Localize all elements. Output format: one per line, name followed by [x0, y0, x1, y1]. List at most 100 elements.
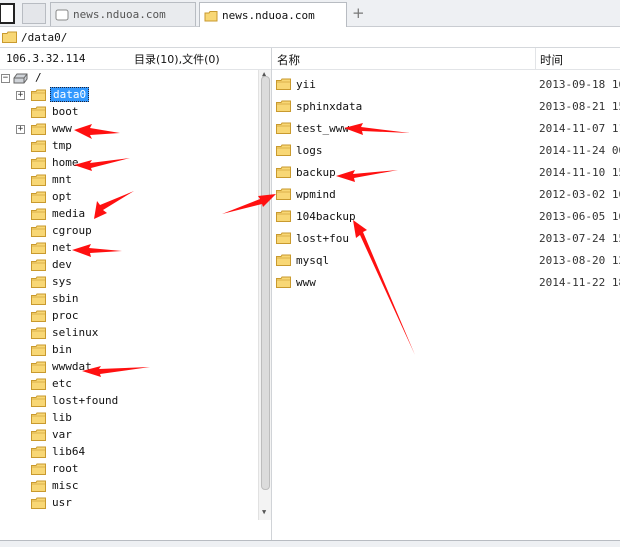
path-bar[interactable]: /data0/: [0, 27, 620, 48]
tree-item[interactable]: lib: [0, 410, 258, 427]
tree-item[interactable]: root: [0, 461, 258, 478]
column-header-name[interactable]: 名称: [277, 52, 300, 68]
folder-icon: [31, 429, 46, 441]
column-header-time[interactable]: 时间: [540, 52, 563, 68]
file-list-row[interactable]: 104backup 2013-06-05 16: [272, 205, 620, 227]
file-date: 2014-11-24 00: [539, 143, 620, 157]
folder-icon: [276, 144, 291, 156]
folder-icon: [31, 378, 46, 390]
tab-active[interactable]: news.nduoa.com: [199, 2, 347, 28]
tree-item[interactable]: proc: [0, 308, 258, 325]
tree-item[interactable]: usr: [0, 495, 258, 512]
folder-icon: [276, 188, 291, 200]
file-name: sphinxdata: [296, 99, 363, 113]
tree-item-label: net: [52, 241, 72, 254]
tree-item[interactable]: + data0: [0, 87, 258, 104]
column-separator[interactable]: [535, 48, 536, 70]
tree-item-label: tmp: [52, 139, 72, 152]
scroll-thumb[interactable]: [261, 76, 270, 490]
file-list-row[interactable]: sphinxdata 2013-08-21 15: [272, 95, 620, 117]
file-list-row[interactable]: yii 2013-09-18 16: [272, 73, 620, 95]
folder-icon: [276, 122, 291, 134]
folder-icon: [276, 232, 291, 244]
file-list-row[interactable]: lost+fou 2013-07-24 15: [272, 227, 620, 249]
folder-icon: [276, 254, 291, 266]
plus-icon[interactable]: +: [352, 4, 365, 22]
tree-item[interactable]: cgroup: [0, 223, 258, 240]
file-name: wpmind: [296, 187, 336, 201]
tree-item[interactable]: etc: [0, 376, 258, 393]
folder-icon: [31, 191, 46, 203]
scroll-down-icon[interactable]: ▼: [262, 508, 266, 516]
file-name: logs: [296, 143, 323, 157]
tree-item[interactable]: var: [0, 427, 258, 444]
file-date: 2013-06-05 16: [539, 209, 620, 223]
tree-item-label: www: [52, 122, 72, 135]
tree-item[interactable]: lib64: [0, 444, 258, 461]
file-list-row[interactable]: wpmind 2012-03-02 10: [272, 183, 620, 205]
folder-icon: [31, 293, 46, 305]
tree-item-label: dev: [52, 258, 72, 271]
folder-icon: [31, 361, 46, 373]
tab-active-label: news.nduoa.com: [222, 9, 315, 22]
tree-item[interactable]: opt: [0, 189, 258, 206]
folder-icon: [31, 276, 46, 288]
collapse-icon[interactable]: −: [1, 74, 10, 83]
folder-icon: [31, 157, 46, 169]
file-date: 2012-03-02 10: [539, 187, 620, 201]
panel-toggle-button[interactable]: [22, 3, 46, 24]
tree-item[interactable]: bin: [0, 342, 258, 359]
file-name: lost+fou: [296, 231, 349, 245]
folder-icon: [31, 395, 46, 407]
tree-item[interactable]: wwwdat: [0, 359, 258, 376]
tree-item-label: cgroup: [52, 224, 92, 237]
tree-item[interactable]: dev: [0, 257, 258, 274]
tree-item[interactable]: lost+found: [0, 393, 258, 410]
tree-item[interactable]: mnt: [0, 172, 258, 189]
file-list-row[interactable]: backup 2014-11-10 15: [272, 161, 620, 183]
folder-icon: [276, 166, 291, 178]
window-menu-button[interactable]: [0, 3, 15, 24]
file-name: backup: [296, 165, 336, 179]
drive-icon: [13, 73, 28, 84]
tree-item-label: sbin: [52, 292, 79, 305]
file-date: 2013-08-20 12: [539, 253, 620, 267]
file-name: www: [296, 275, 316, 289]
file-date: 2014-11-10 15: [539, 165, 620, 179]
tree-root-label: /: [35, 71, 42, 84]
file-list-row[interactable]: www 2014-11-22 18: [272, 271, 620, 293]
folder-icon: [276, 100, 291, 112]
tree-item-label: etc: [52, 377, 72, 390]
tree-item[interactable]: selinux: [0, 325, 258, 342]
tab-inactive[interactable]: news.nduoa.com: [50, 2, 196, 26]
tree-item[interactable]: sbin: [0, 291, 258, 308]
file-list-row[interactable]: test_www 2014-11-07 11: [272, 117, 620, 139]
tree-scrollbar[interactable]: ▲ ▼: [258, 70, 271, 520]
file-list-row[interactable]: logs 2014-11-24 00: [272, 139, 620, 161]
tree-item[interactable]: boot: [0, 104, 258, 121]
tree-item-label: bin: [52, 343, 72, 356]
file-list-row[interactable]: mysql 2013-08-20 12: [272, 249, 620, 271]
expand-icon[interactable]: +: [16, 125, 25, 134]
folder-icon: [31, 412, 46, 424]
expand-icon[interactable]: +: [16, 91, 25, 100]
file-name: test_www: [296, 121, 349, 135]
tree-item[interactable]: + www: [0, 121, 258, 138]
tree-item[interactable]: home: [0, 155, 258, 172]
tree-item-label: var: [52, 428, 72, 441]
tree-item[interactable]: net: [0, 240, 258, 257]
file-date: 2013-08-21 15: [539, 99, 620, 113]
folder-icon: [31, 174, 46, 186]
file-name: yii: [296, 77, 316, 91]
tree-item[interactable]: tmp: [0, 138, 258, 155]
folder-icon: [31, 344, 46, 356]
left-pane-header: 106.3.32.114 目录(10),文件(0): [0, 48, 272, 70]
tree-item-label: data0: [50, 87, 90, 102]
tree-item[interactable]: media: [0, 206, 258, 223]
tab-bar: news.nduoa.com news.nduoa.com +: [0, 0, 620, 28]
tree-item-label: lib64: [52, 445, 86, 458]
item-counts: 目录(10),文件(0): [134, 52, 220, 66]
folder-icon: [31, 208, 46, 220]
tree-item[interactable]: sys: [0, 274, 258, 291]
tree-item[interactable]: misc: [0, 478, 258, 495]
